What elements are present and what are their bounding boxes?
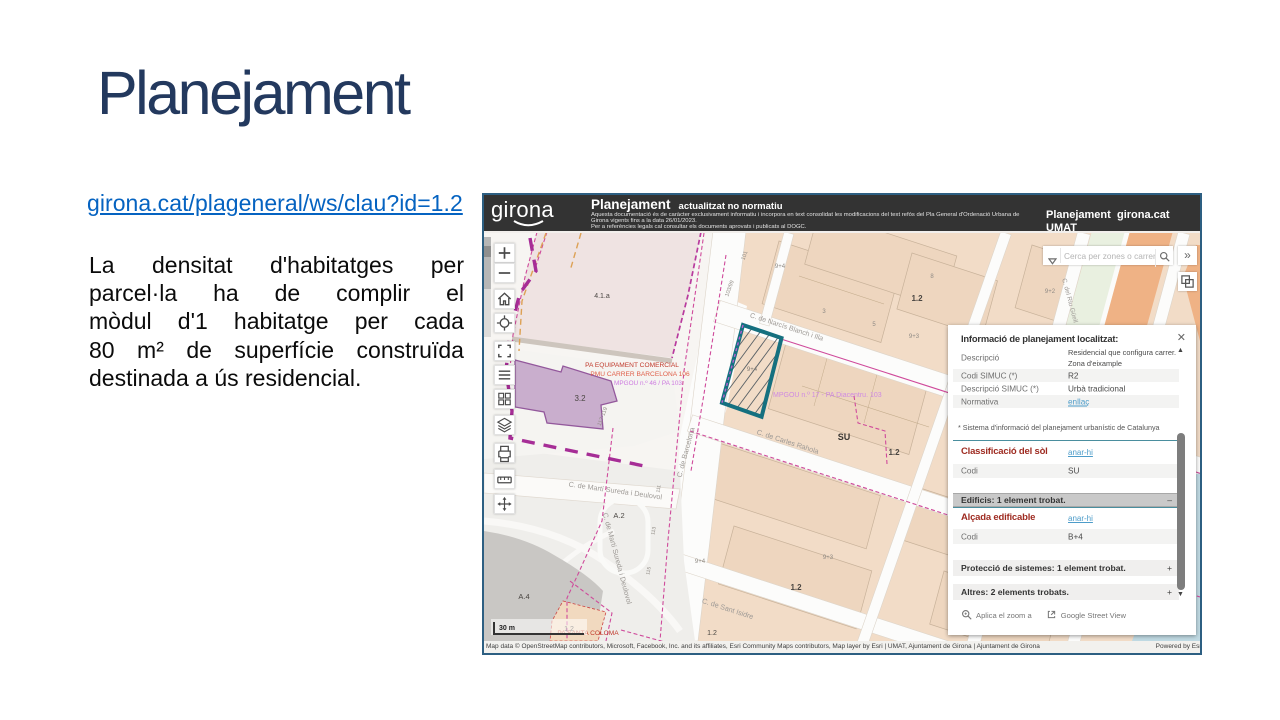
svg-text:9+3: 9+3: [909, 334, 920, 340]
svg-text:9+2: 9+2: [1045, 289, 1056, 295]
svg-text:1.2: 1.2: [790, 583, 802, 592]
svg-text:9+4: 9+4: [775, 264, 786, 270]
svg-text:9+3: 9+3: [823, 555, 834, 561]
svg-text:MPGOU n.º 17 - PA Diacentru. 1: MPGOU n.º 17 - PA Diacentru. 103: [773, 392, 882, 399]
svg-text:SU: SU: [838, 432, 851, 442]
svg-text:A.2: A.2: [613, 511, 624, 520]
svg-text:9+4: 9+4: [747, 367, 758, 373]
svg-text:A.4: A.4: [518, 592, 529, 601]
svg-text:PA EQUIPAMENT COMERCIAL: PA EQUIPAMENT COMERCIAL: [585, 362, 679, 369]
svg-text:PMU CARRER BARCELONA 106: PMU CARRER BARCELONA 106: [590, 371, 690, 378]
svg-text:4.1.a: 4.1.a: [594, 293, 610, 300]
svg-text:9+4: 9+4: [695, 559, 706, 565]
svg-text:MPGOU n.º 46 / PA 103: MPGOU n.º 46 / PA 103: [614, 380, 682, 387]
svg-text:1.2: 1.2: [888, 448, 900, 457]
svg-text:3.2: 3.2: [574, 394, 586, 403]
svg-text:1.2: 1.2: [911, 294, 923, 303]
svg-text:30 m: 30 m: [499, 625, 515, 632]
svg-text:1.2: 1.2: [707, 630, 717, 637]
